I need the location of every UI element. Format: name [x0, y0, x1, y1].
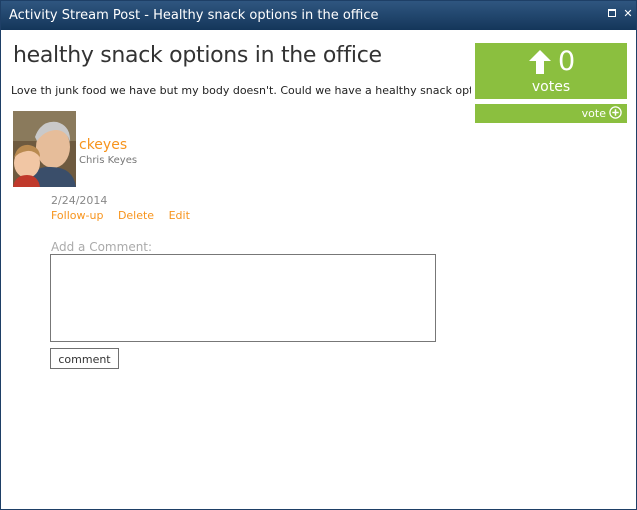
post-actions: Follow-up Delete Edit: [51, 209, 201, 222]
follow-up-link[interactable]: Follow-up: [51, 209, 103, 222]
avatar[interactable]: [13, 111, 76, 187]
comment-button[interactable]: comment: [50, 348, 119, 369]
avatar-photo: [13, 111, 76, 187]
up-arrow-icon: [529, 50, 551, 74]
close-icon[interactable]: ✕: [622, 8, 634, 20]
window-titlebar: Activity Stream Post - Healthy snack opt…: [1, 1, 636, 30]
edit-link[interactable]: Edit: [169, 209, 190, 222]
comment-label: Add a Comment:: [51, 240, 153, 254]
vote-count: 0: [558, 46, 576, 77]
comment-textarea[interactable]: [50, 254, 436, 342]
post-body: Love th junk food we have but my body do…: [11, 84, 471, 97]
author-username-link[interactable]: ckeyes: [79, 137, 127, 153]
author-full-name: Chris Keyes: [79, 155, 138, 166]
plus-circle-icon: [609, 106, 622, 119]
activity-stream-dialog: Activity Stream Post - Healthy snack opt…: [0, 0, 637, 510]
votes-label: votes: [531, 79, 571, 95]
window-title: Activity Stream Post - Healthy snack opt…: [9, 8, 379, 23]
post-title: healthy snack options in the office: [13, 43, 382, 68]
post-date: 2/24/2014: [51, 194, 108, 207]
vote-button-label: vote: [581, 107, 606, 120]
vote-button[interactable]: vote: [475, 104, 627, 123]
vote-count-panel: 0 votes: [475, 43, 627, 99]
delete-link[interactable]: Delete: [118, 209, 154, 222]
maximize-icon[interactable]: [607, 8, 619, 20]
